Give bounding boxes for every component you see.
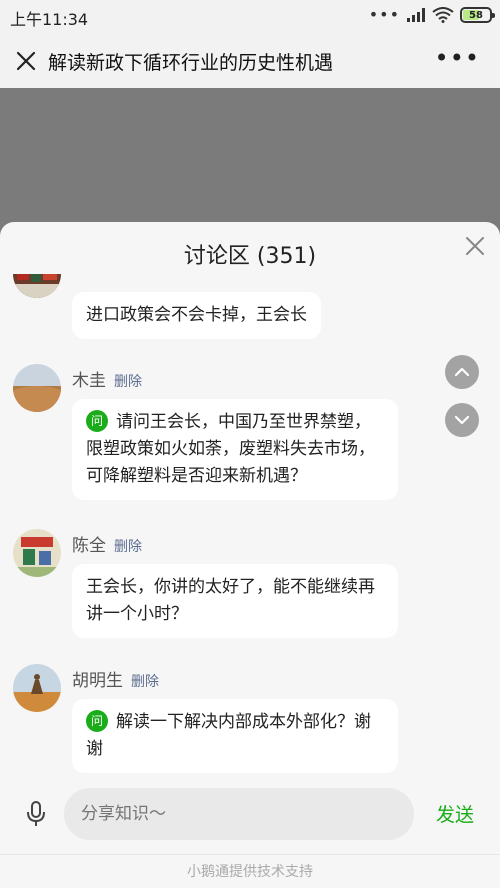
more-notifications-icon: ••• [368, 5, 400, 24]
comment-author: 陈全 删除 [72, 531, 142, 556]
message-bubble: 进口政策会不会卡掉，王会长 [72, 292, 321, 339]
message-bubble: 王会长，你讲的太好了，能不能继续再讲一个小时？ [72, 564, 398, 638]
scroll-down-button[interactable] [445, 403, 479, 437]
message-bubble: 问解读一下解决内部成本外部化？谢谢 [72, 699, 398, 773]
wifi-icon [432, 7, 454, 23]
message-text: 王会长，你讲的太好了，能不能继续再讲一个小时？ [86, 577, 375, 624]
battery-level: 58 [469, 9, 483, 21]
message-text: 解读一下解决内部成本外部化？谢谢 [86, 712, 371, 759]
avatar[interactable] [13, 274, 61, 298]
discussion-sheet: 讨论区 (351) 进口政策会不会卡掉，王会长 木圭 删除 问 请问王会长，中国… [0, 222, 500, 888]
chevron-up-icon [454, 367, 470, 377]
question-badge: 问 [86, 410, 108, 432]
comment-input-bar: 发送 [0, 778, 500, 854]
message-text: 进口政策会不会卡掉，王会长 [86, 305, 307, 325]
tech-support-footer: 小鹅通提供技术支持 [0, 854, 500, 888]
signal-icon [407, 8, 425, 22]
message-text: 请问王会长，中国乃至世界禁塑，限塑政策如火如荼，废塑料失去市场，可降解塑料是否迎… [86, 412, 375, 486]
microphone-icon[interactable] [24, 800, 48, 828]
title-bar: 解读新政下循环行业的历史性机遇 ••• [0, 34, 500, 88]
scroll-up-button[interactable] [445, 355, 479, 389]
chevron-down-icon [454, 415, 470, 425]
author-name: 胡明生 [72, 671, 123, 691]
battery-icon: 58 [460, 7, 495, 23]
discussion-title: 讨论区 (351) [183, 244, 317, 269]
question-badge: 问 [86, 710, 108, 732]
author-name: 陈全 [72, 536, 106, 556]
message-bubble: 问请问王会长，中国乃至世界禁塑，限塑政策如火如荼，废塑料失去市场，可降解塑料是否… [72, 399, 398, 500]
author-name: 木圭 [72, 371, 106, 391]
avatar[interactable] [13, 364, 61, 412]
share-knowledge-input[interactable] [64, 788, 414, 840]
message-list[interactable]: 进口政策会不会卡掉，王会长 木圭 删除 问请问王会长，中国乃至世界禁塑，限塑政策如… [0, 274, 500, 778]
status-time: 上午11:34 [10, 10, 89, 29]
avatar[interactable] [13, 664, 61, 712]
comment-author: 胡明生 删除 [72, 666, 159, 691]
send-button[interactable]: 发送 [436, 800, 474, 827]
more-options-icon[interactable]: ••• [435, 44, 480, 72]
delete-link[interactable]: 删除 [131, 674, 159, 690]
status-bar: 上午11:34 ••• 58 [0, 0, 500, 34]
avatar[interactable] [13, 529, 61, 577]
sheet-close-icon[interactable] [464, 235, 486, 257]
delete-link[interactable]: 删除 [114, 374, 142, 390]
close-icon[interactable] [14, 49, 38, 73]
status-icons: ••• 58 [368, 5, 495, 24]
delete-link[interactable]: 删除 [114, 539, 142, 555]
comment-author: 木圭 删除 [72, 366, 142, 391]
page-title: 解读新政下循环行业的历史性机遇 [48, 52, 334, 74]
